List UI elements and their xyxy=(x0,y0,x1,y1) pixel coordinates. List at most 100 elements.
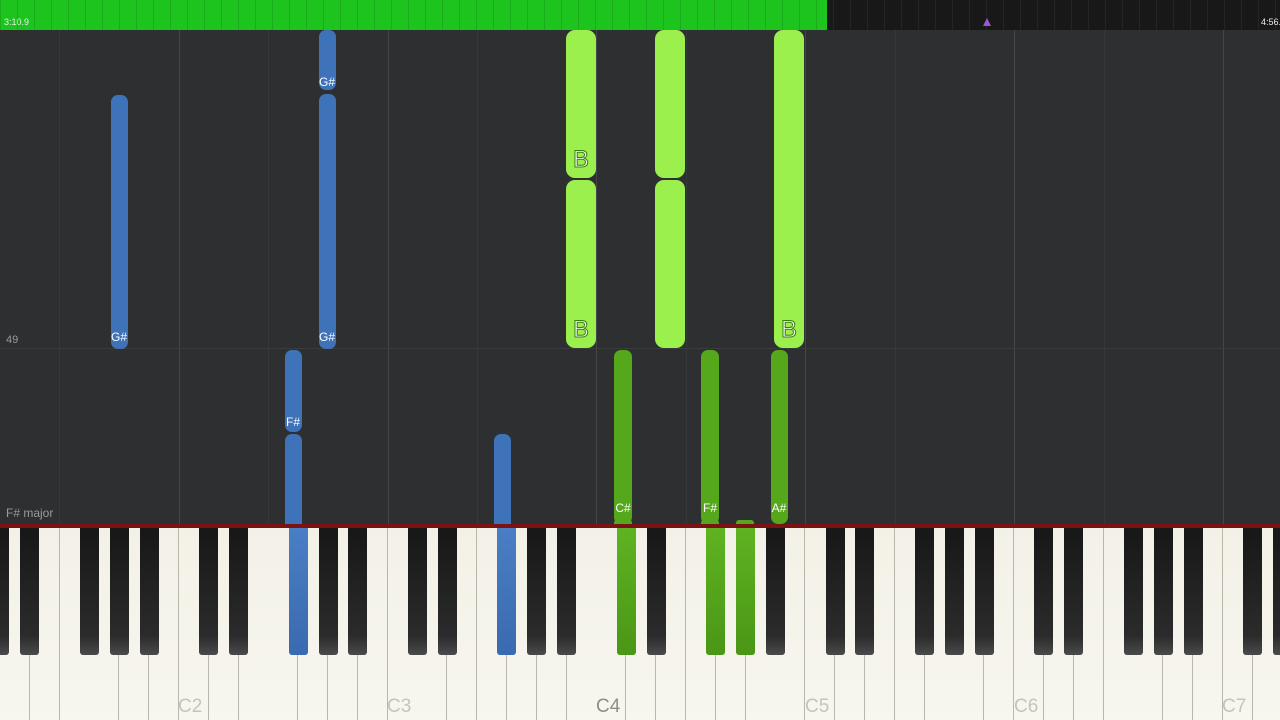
progress-tick xyxy=(272,0,273,30)
black-key-dsharp3[interactable] xyxy=(437,528,457,655)
progress-tick xyxy=(867,0,868,30)
progress-tick xyxy=(1156,0,1157,30)
progress-tick xyxy=(238,0,239,30)
note-bar xyxy=(319,94,336,349)
black-key-gsharp1[interactable] xyxy=(109,528,129,655)
note-label: C# xyxy=(615,501,631,515)
note-label: G# xyxy=(318,330,335,344)
progress-tick xyxy=(697,0,698,30)
black-key-csharp2[interactable] xyxy=(199,528,219,655)
black-key-dsharp5[interactable] xyxy=(855,528,875,655)
progress-tick xyxy=(816,0,817,30)
progress-tick xyxy=(646,0,647,30)
progress-tick xyxy=(731,0,732,30)
black-key-gsharp2[interactable] xyxy=(318,528,338,655)
progress-tick xyxy=(714,0,715,30)
progress-tick xyxy=(799,0,800,30)
progress-tick xyxy=(374,0,375,30)
progress-tick xyxy=(476,0,477,30)
black-key-dsharp2[interactable] xyxy=(229,528,248,655)
black-key-asharp2[interactable] xyxy=(348,528,368,655)
progress-tick xyxy=(748,0,749,30)
progress-tick xyxy=(612,0,613,30)
playback-progress-bar[interactable]: 3:10.9 4:56.0 xyxy=(0,0,1280,30)
progress-tick xyxy=(833,0,834,30)
black-key-fsharp6[interactable] xyxy=(1123,528,1143,655)
progress-tick xyxy=(1122,0,1123,30)
progress-tick xyxy=(340,0,341,30)
measure-line xyxy=(0,348,1280,349)
black-key-fsharp3[interactable] xyxy=(497,528,517,655)
note-bar xyxy=(655,180,685,348)
black-key-asharp6[interactable] xyxy=(1183,528,1203,655)
black-key-dsharp4[interactable] xyxy=(646,528,666,655)
octave-label: C7 xyxy=(1222,696,1247,717)
black-key-fsharp5[interactable] xyxy=(915,528,935,655)
octave-guide-line xyxy=(1223,30,1224,524)
progress-tick xyxy=(901,0,902,30)
black-key-fsharp2[interactable] xyxy=(288,528,308,655)
black-key-asharp4[interactable] xyxy=(765,528,785,655)
octave-guide-line xyxy=(1014,30,1015,524)
note-bar xyxy=(614,350,632,524)
progress-tick xyxy=(1275,0,1276,30)
progress-tick xyxy=(17,0,18,30)
progress-tick xyxy=(1173,0,1174,30)
octave-label: C3 xyxy=(387,696,412,717)
octave-guide-line xyxy=(179,30,180,524)
loop-marker-icon[interactable] xyxy=(983,18,991,26)
progress-tick xyxy=(1105,0,1106,30)
measure-number: 49 xyxy=(6,334,19,346)
progress-tick xyxy=(1190,0,1191,30)
black-key-csharp7[interactable] xyxy=(1243,528,1263,655)
progress-tick xyxy=(969,0,970,30)
black-key-gsharp6[interactable] xyxy=(1153,528,1173,655)
progress-tick xyxy=(1258,0,1259,30)
falling-notes-roll: 49 F# major G# G# G# F# B B B C# F# A# xyxy=(0,30,1280,524)
black-key-gsharp5[interactable] xyxy=(944,528,964,655)
progress-tick xyxy=(408,0,409,30)
octave-guide-line xyxy=(686,30,687,524)
progress-tick xyxy=(493,0,494,30)
black-key-asharp1[interactable] xyxy=(139,528,159,655)
progress-tick xyxy=(459,0,460,30)
note-label: B xyxy=(572,146,589,174)
progress-tick xyxy=(119,0,120,30)
progress-tick xyxy=(221,0,222,30)
black-key-asharp5[interactable] xyxy=(974,528,994,655)
progress-tick xyxy=(255,0,256,30)
note-label: A# xyxy=(771,501,787,515)
black-key-csharp6[interactable] xyxy=(1034,528,1054,655)
black-key-dsharp1[interactable] xyxy=(20,528,40,655)
progress-tick xyxy=(85,0,86,30)
black-key-asharp3[interactable] xyxy=(557,528,577,655)
black-key-csharp4[interactable] xyxy=(616,528,636,655)
octave-guide-line xyxy=(388,30,389,524)
black-key-csharp5[interactable] xyxy=(825,528,845,655)
black-key-csharp1[interactable] xyxy=(0,528,10,655)
progress-tick xyxy=(629,0,630,30)
progress-tick xyxy=(544,0,545,30)
progress-tick xyxy=(170,0,171,30)
piano-keyboard[interactable]: C2 C3 C4 C5 C6 C7 xyxy=(0,528,1280,720)
octave-label: C5 xyxy=(805,696,830,717)
progress-tick xyxy=(595,0,596,30)
progress-tick xyxy=(1054,0,1055,30)
octave-label: C4 xyxy=(596,696,621,717)
black-key-dsharp7[interactable] xyxy=(1273,528,1280,655)
progress-tick xyxy=(102,0,103,30)
progress-tick xyxy=(884,0,885,30)
note-label: B xyxy=(780,316,797,344)
total-time: 4:56.0 xyxy=(1260,17,1280,27)
progress-tick xyxy=(0,0,1,30)
black-key-fsharp1[interactable] xyxy=(79,528,99,655)
black-key-gsharp4[interactable] xyxy=(736,528,756,655)
black-key-dsharp6[interactable] xyxy=(1064,528,1084,655)
synthesia-player: 3:10.9 4:56.0 49 F# major G# G# G# F# B … xyxy=(0,0,1280,720)
note-label: F# xyxy=(285,415,300,429)
note-bar xyxy=(285,434,302,524)
progress-tick xyxy=(153,0,154,30)
black-key-csharp3[interactable] xyxy=(407,528,427,655)
black-key-fsharp4[interactable] xyxy=(706,528,726,655)
black-key-gsharp3[interactable] xyxy=(527,528,547,655)
